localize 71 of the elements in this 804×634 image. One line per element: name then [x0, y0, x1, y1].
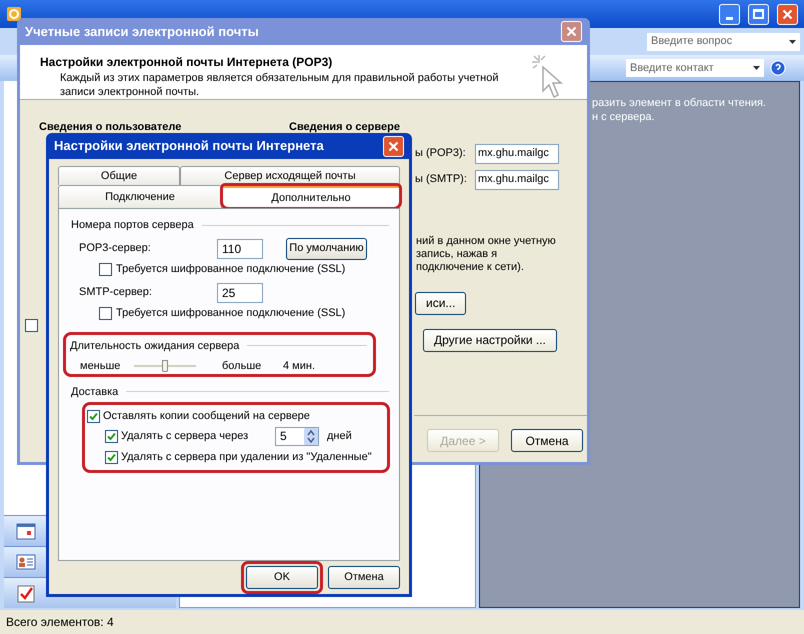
field-label: SMTP-сервер:: [79, 285, 153, 300]
window-title: Учетные записи электронной почты: [25, 22, 260, 41]
maximize-icon: [753, 9, 764, 19]
close-icon: [782, 8, 793, 20]
server-field[interactable]: mx.ghu.mailgc: [475, 144, 559, 164]
checkmark-icon: [107, 432, 116, 440]
minimize-button[interactable]: [719, 4, 740, 24]
close-button[interactable]: [383, 136, 404, 156]
close-button[interactable]: [777, 4, 798, 24]
group-title: Длительность ожидания сервера: [70, 338, 240, 354]
port-field[interactable]: 25: [217, 282, 263, 302]
wizard-heading: Настройки электронной почты Интернета (POP3): [40, 54, 334, 71]
field-label: POP3-сервер:: [79, 241, 152, 256]
checkbox-label: Требуется шифрованное подключение (SSL): [116, 262, 346, 278]
tab[interactable]: Подключение: [58, 185, 222, 208]
tab[interactable]: Общие: [58, 166, 180, 185]
checkbox[interactable]: [105, 450, 118, 464]
slider-thumb[interactable]: [162, 360, 168, 372]
note-text: ний в данном окне учетную запись, нажав я подключение к сети).: [416, 234, 556, 274]
maximize-button[interactable]: [748, 4, 769, 24]
dropdown-icon: [753, 66, 760, 70]
checkbox[interactable]: [105, 430, 118, 442]
server-field[interactable]: mx.ghu.mailgc: [475, 170, 559, 190]
checkbox[interactable]: [99, 263, 112, 276]
close-icon: [388, 140, 399, 152]
checkbox-label: Удалять с сервера через: [121, 428, 250, 444]
checkbox[interactable]: [25, 318, 38, 332]
close-icon: [566, 26, 577, 37]
minimize-icon: [726, 16, 733, 20]
tab[interactable]: Дополнительно: [222, 185, 400, 208]
field-label: ы (POP3):: [415, 146, 467, 162]
checkbox-label: Оставлять копии сообщений на сервере: [103, 408, 310, 424]
reading-pane-text: разить элемент в области чтения.: [592, 96, 767, 110]
tab[interactable]: Сервер исходящей почты: [180, 166, 400, 185]
group-title: Номера портов сервера: [71, 218, 194, 233]
days-unit: дней: [327, 428, 352, 444]
checkmark-icon: [107, 452, 116, 462]
slider-max-label: больше: [222, 359, 262, 374]
contact-field[interactable]: Введите контакт: [626, 59, 764, 77]
checkmark-icon: [89, 412, 98, 420]
port-field[interactable]: 110: [217, 238, 263, 258]
timeout-slider[interactable]: [134, 360, 196, 372]
field-label: ы (SMTP):: [415, 172, 467, 188]
timeout-reading: 4 мин.: [283, 359, 316, 374]
checklist-icon: [16, 583, 36, 603]
dropdown-icon: [789, 40, 796, 44]
reading-pane-text: н с сервера.: [592, 110, 656, 124]
status-text: Всего элементов: 4: [6, 614, 114, 631]
app-icon: [6, 6, 22, 22]
checkbox[interactable]: [87, 410, 100, 422]
spin-arrows-icon[interactable]: [304, 428, 318, 444]
days-spinbox[interactable]: 5: [275, 426, 319, 446]
checkbox-label: Требуется шифрованное подключение (SSL): [116, 306, 346, 322]
test-account-button[interactable]: иси...: [415, 292, 466, 314]
wizard-description: Каждый из этих параметров является обязательным для правильной работы учетной записи электронной почты.: [59, 71, 500, 99]
default-button[interactable]: По умолчанию: [286, 238, 367, 260]
help-icon[interactable]: [770, 60, 786, 76]
section-heading: Сведения о сервере: [289, 120, 401, 135]
cancel-button[interactable]: Отмена: [328, 566, 400, 589]
more-settings-button[interactable]: Другие настройки ...: [423, 328, 557, 352]
cancel-button[interactable]: Отмена: [511, 429, 583, 452]
section-heading: Сведения о пользователе: [39, 120, 182, 135]
window-title: Настройки электронной почты Интернета: [54, 137, 325, 156]
group-title: Доставка: [71, 384, 118, 400]
ok-button[interactable]: OK: [246, 566, 318, 589]
calendar-icon: [16, 521, 36, 541]
slider-min-label: меньше: [80, 359, 122, 374]
checkbox-label: Удалять с сервера при удалении из "Удаленные": [121, 450, 372, 465]
checkbox[interactable]: [99, 307, 112, 320]
question-field[interactable]: Введите вопрос: [647, 32, 800, 50]
contact-card-icon: [16, 552, 36, 572]
